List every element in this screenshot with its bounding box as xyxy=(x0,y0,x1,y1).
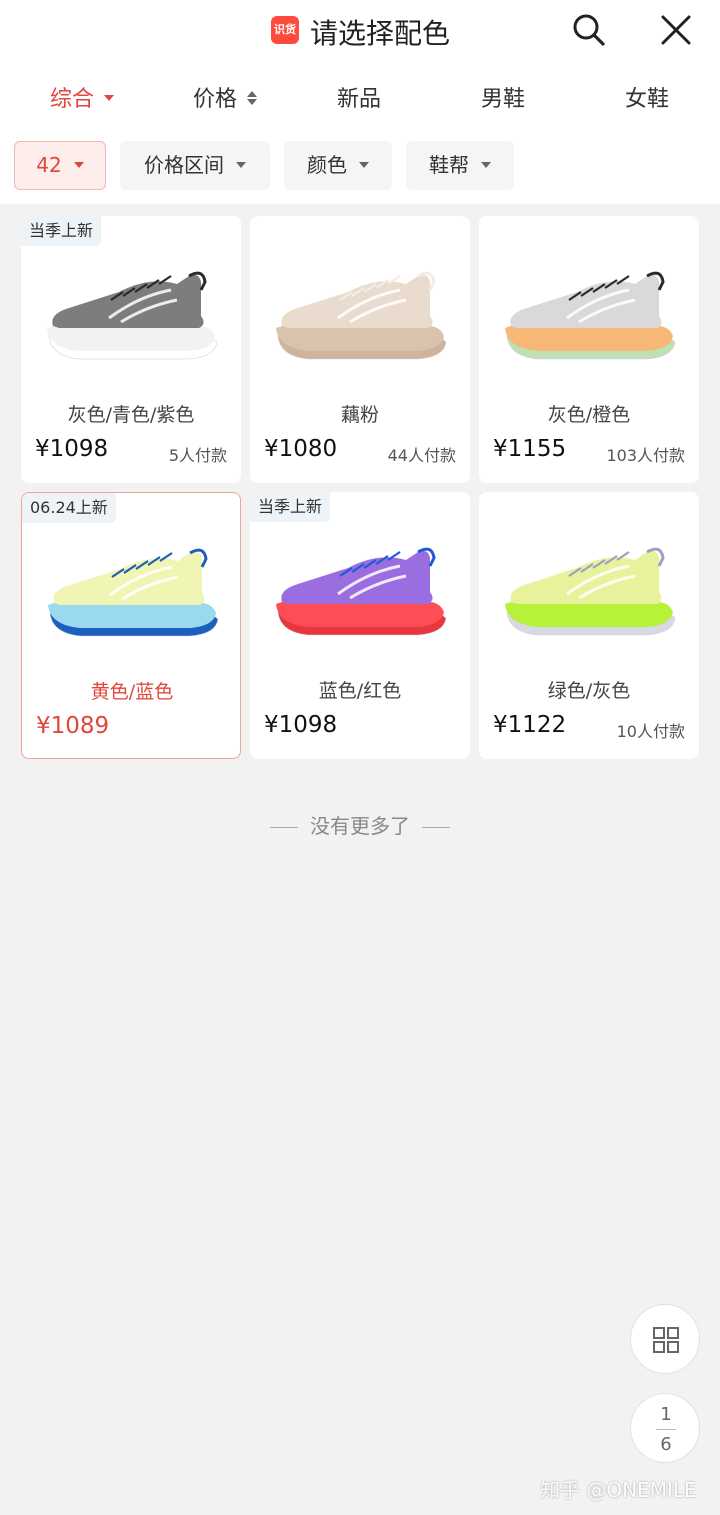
shoe-image xyxy=(268,532,452,642)
top-bar: 识货 请选择配色 综合 价格 新品 男鞋 女鞋 42 价格区间 颜色 鞋帮 xyxy=(0,0,720,204)
shoe-image xyxy=(268,256,452,366)
triangle-down-icon xyxy=(73,161,84,168)
price: ¥1089 xyxy=(36,713,110,739)
tab-men[interactable]: 男鞋 xyxy=(481,80,525,120)
page-indicator[interactable]: 1 6 xyxy=(630,1393,700,1463)
tab-new[interactable]: 新品 xyxy=(337,80,381,120)
shoe-image xyxy=(497,256,681,366)
color-name: 灰色/橙色 xyxy=(547,404,631,426)
triangle-down-icon xyxy=(481,161,491,168)
grid-view-button[interactable] xyxy=(630,1304,700,1374)
triangle-down-icon xyxy=(236,161,246,168)
price: ¥1080 xyxy=(264,436,338,462)
search-icon[interactable] xyxy=(571,12,607,48)
divider xyxy=(656,1429,676,1430)
tab-price[interactable]: 价格 xyxy=(193,80,258,120)
product-card[interactable]: 当季上新 灰色/青色/紫色 ¥1098 5人付款 xyxy=(21,216,241,483)
triangle-down-icon xyxy=(104,95,115,101)
price: ¥1122 xyxy=(493,712,567,738)
grid-view-icon xyxy=(653,1327,679,1353)
color-name: 黄色/蓝色 xyxy=(90,681,174,703)
title-bar: 识货 请选择配色 xyxy=(0,0,720,62)
total-pages: 6 xyxy=(660,1434,672,1455)
shoe-image xyxy=(40,533,224,643)
buyer-count: 10人付款 xyxy=(616,722,685,741)
filter-price-range[interactable]: 价格区间 xyxy=(120,141,270,190)
filter-upper-height[interactable]: 鞋帮 xyxy=(406,141,514,190)
product-card[interactable]: 当季上新 蓝色/红色 ¥1098 xyxy=(250,492,470,759)
filter-size[interactable]: 42 xyxy=(14,141,106,190)
buyer-count: 5人付款 xyxy=(168,446,227,465)
shoe-image xyxy=(39,256,223,366)
watermark: 知乎 @ONEMILE xyxy=(540,1478,697,1502)
sort-tabs: 综合 价格 新品 男鞋 女鞋 xyxy=(0,80,720,120)
new-arrival-tag: 当季上新 xyxy=(250,492,331,522)
buyer-count: 44人付款 xyxy=(387,446,456,465)
price: ¥1155 xyxy=(493,436,567,462)
tab-comprehensive[interactable]: 综合 xyxy=(50,80,115,120)
product-card[interactable]: 灰色/橙色 ¥1155 103人付款 xyxy=(479,216,699,483)
filter-color[interactable]: 颜色 xyxy=(284,141,392,190)
product-card[interactable]: 绿色/灰色 ¥1122 10人付款 xyxy=(479,492,699,759)
product-card[interactable]: 06.24上新 黄色/蓝色 ¥1089 xyxy=(21,492,241,759)
divider xyxy=(270,827,298,828)
app-logo: 识货 xyxy=(271,16,299,44)
buyer-count: 103人付款 xyxy=(606,446,685,465)
new-arrival-tag: 当季上新 xyxy=(21,216,102,246)
color-name: 绿色/灰色 xyxy=(547,680,631,702)
page-title: 请选择配色 xyxy=(310,17,451,50)
price: ¥1098 xyxy=(35,436,109,462)
color-name: 灰色/青色/紫色 xyxy=(67,404,195,426)
color-name: 蓝色/红色 xyxy=(318,680,402,702)
shoe-image xyxy=(497,532,681,642)
current-page: 1 xyxy=(660,1404,672,1425)
new-arrival-tag: 06.24上新 xyxy=(22,493,116,523)
divider xyxy=(422,827,450,828)
sort-updown-icon xyxy=(247,91,258,105)
price: ¥1098 xyxy=(264,712,338,738)
product-card[interactable]: 藕粉 ¥1080 44人付款 xyxy=(250,216,470,483)
close-icon[interactable] xyxy=(658,12,694,48)
color-name: 藕粉 xyxy=(340,404,379,426)
end-of-list-note: 没有更多了 xyxy=(0,810,720,839)
tab-women[interactable]: 女鞋 xyxy=(625,80,669,120)
triangle-down-icon xyxy=(359,161,369,168)
